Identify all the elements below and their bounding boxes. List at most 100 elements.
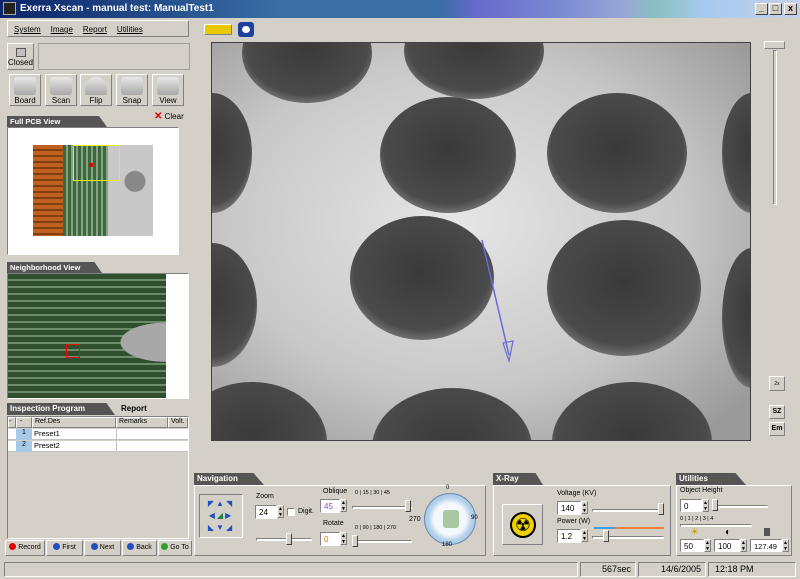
snap-button[interactable]: Snap: [116, 74, 148, 106]
oblique-thumb[interactable]: [405, 500, 411, 512]
first-button[interactable]: First: [46, 540, 83, 556]
globe-icon[interactable]: [238, 22, 254, 37]
direction-pad[interactable]: ◤▲◥ ◀◢▶ ◣▼◢: [199, 494, 243, 538]
menu-system[interactable]: System: [14, 21, 41, 38]
digit-checkbox[interactable]: [287, 508, 295, 516]
xray-power-button[interactable]: ☢: [502, 504, 543, 545]
door-icon: [15, 48, 26, 57]
zoom-input[interactable]: 24: [255, 505, 277, 519]
zoom-slider-track[interactable]: [773, 50, 777, 205]
power-thumb[interactable]: [603, 530, 609, 542]
height-thumb[interactable]: [712, 499, 718, 511]
close-x-icon: ✕: [154, 111, 163, 122]
closed-button[interactable]: Closed: [7, 43, 34, 70]
sz-button[interactable]: SZ: [769, 405, 785, 419]
level-input[interactable]: 127.49: [750, 539, 782, 552]
col-header-0[interactable]: -: [8, 417, 16, 428]
inspection-table: - - Ref.Des Remarks Volt. 1 Preset1 2 Pr…: [7, 416, 189, 539]
goto-button[interactable]: Go To: [158, 540, 192, 556]
next-label: Next: [99, 544, 115, 551]
title-bar: Exerra Xscan - manual test: ManualTest1 …: [0, 0, 800, 18]
zoom-thumb[interactable]: [286, 533, 292, 545]
menu-utilities[interactable]: Utilities: [117, 21, 143, 38]
brightness-spinner[interactable]: ▲ ▼: [704, 539, 711, 552]
record-icon: [9, 543, 17, 550]
contrast-input[interactable]: 100: [714, 539, 740, 552]
window-title: Exerra Xscan - manual test: ManualTest1: [20, 3, 214, 14]
contrast-spinner[interactable]: ▲ ▼: [740, 539, 747, 552]
flip-label: Flip: [89, 96, 103, 105]
col-header-remarks[interactable]: Remarks: [116, 417, 168, 428]
view-label: View: [159, 96, 177, 105]
flip-button[interactable]: Flip: [80, 74, 112, 106]
goto-icon: [161, 543, 169, 550]
brightness-input[interactable]: 50: [680, 539, 704, 552]
power-input[interactable]: 1.2: [557, 529, 581, 543]
table-row[interactable]: 2 Preset2: [8, 441, 188, 452]
inspection-tabs: Inspection Program Report: [7, 403, 189, 415]
row-refdes: Preset1: [34, 429, 60, 438]
utilities-header: Utilities: [676, 473, 746, 485]
navigation-header: Navigation: [194, 473, 264, 485]
minimize-button[interactable]: _: [755, 3, 768, 15]
close-button[interactable]: x: [784, 3, 797, 15]
status-elapsed: 567sec: [580, 562, 636, 577]
status-indicator-button[interactable]: [204, 24, 232, 35]
tab-inspection-program[interactable]: Inspection Program: [7, 403, 115, 415]
col-header-volt[interactable]: Volt.: [168, 417, 188, 428]
rotate-input[interactable]: 0: [320, 532, 340, 546]
voltage-track[interactable]: [592, 509, 664, 512]
voltage-thumb[interactable]: [658, 503, 664, 515]
record-button[interactable]: Record: [5, 540, 45, 556]
voltage-spinner[interactable]: ▲ ▼: [581, 501, 588, 514]
height-input[interactable]: 0: [680, 499, 702, 512]
board-button[interactable]: Board: [9, 74, 41, 106]
dial-label-bottom: 180: [442, 542, 453, 548]
tab-report[interactable]: Report: [121, 403, 147, 415]
brightness-icon: ☀: [690, 527, 699, 538]
first-label: First: [62, 544, 76, 551]
oblique-input[interactable]: 45: [320, 499, 340, 513]
power-spinner[interactable]: ▲ ▼: [581, 529, 588, 542]
level-spinner[interactable]: ▲ ▼: [782, 539, 789, 552]
row-number: 1: [16, 429, 32, 440]
height-track[interactable]: [712, 505, 768, 508]
rotate-spinner[interactable]: ▲ ▼: [340, 532, 347, 545]
zoom-2x-button[interactable]: 2x: [769, 376, 785, 391]
oblique-spinner[interactable]: ▲ ▼: [340, 499, 347, 512]
pcb-image: [33, 145, 153, 236]
zoom-slider-thumb[interactable]: [764, 41, 785, 49]
status-message: [4, 562, 578, 577]
oblique-scale: 0 | 15 | 30 | 45: [355, 490, 390, 496]
table-row[interactable]: 1 Preset1: [8, 429, 188, 440]
zoom-track[interactable]: [256, 538, 312, 541]
next-button[interactable]: Next: [84, 540, 121, 556]
view-button[interactable]: View: [152, 74, 184, 106]
height-spinner[interactable]: ▲ ▼: [702, 499, 709, 512]
maximize-button[interactable]: □: [769, 3, 782, 15]
neighborhood-view[interactable]: [7, 273, 189, 399]
xray-image-view[interactable]: [211, 42, 751, 441]
em-button[interactable]: Em: [769, 422, 785, 436]
oblique-track[interactable]: [352, 506, 412, 509]
goto-label: Go To: [170, 544, 189, 551]
col-header-1[interactable]: -: [16, 417, 32, 428]
menu-image[interactable]: Image: [51, 21, 73, 38]
height-scale: 0 | 1 | 2 | 3 | 4: [680, 516, 714, 522]
col-header-refdes[interactable]: Ref.Des: [32, 417, 116, 428]
voltage-input[interactable]: 140: [557, 501, 581, 515]
scan-button[interactable]: Scan: [45, 74, 77, 106]
clear-button[interactable]: ✕ Clear: [154, 111, 184, 122]
back-button[interactable]: Back: [122, 540, 157, 556]
full-pcb-view[interactable]: [7, 127, 179, 255]
oblique-max: 270: [409, 516, 421, 523]
rotation-dial[interactable]: [424, 493, 476, 545]
voltage-label: Voltage (KV): [557, 490, 597, 497]
rotate-thumb[interactable]: [352, 535, 358, 547]
rotate-track[interactable]: [352, 540, 412, 543]
rotate-scale: 0 | 90 | 180 | 270: [355, 525, 397, 531]
radiation-icon: ☢: [510, 512, 536, 538]
zoom-spinner[interactable]: ▲ ▼: [277, 505, 284, 518]
object-height-label: Object Height: [680, 487, 723, 494]
menu-report[interactable]: Report: [83, 21, 107, 38]
